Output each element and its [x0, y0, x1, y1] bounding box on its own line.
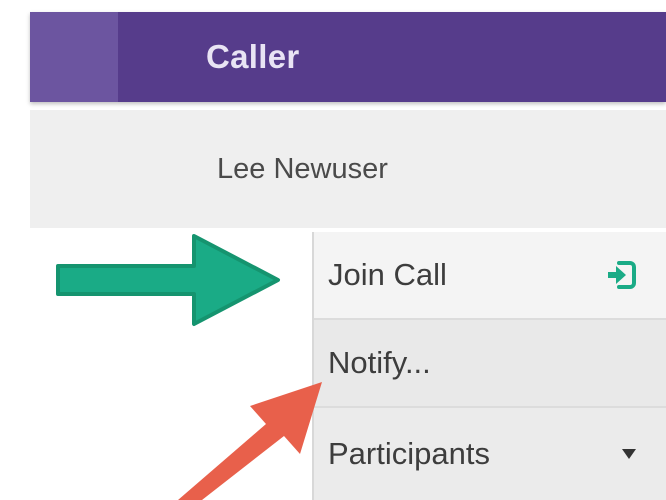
user-name: Lee Newuser [217, 153, 388, 185]
caller-menu: Join Call Notify... Participants [312, 232, 666, 500]
caret-down-icon [622, 449, 636, 459]
up-right-arrow-icon [178, 382, 322, 500]
join-call-menu-item[interactable]: Join Call [314, 232, 666, 320]
header-title: Caller [206, 38, 300, 75]
notify-label: Notify... [328, 345, 431, 380]
participants-label: Participants [328, 436, 490, 471]
header-tab[interactable] [30, 12, 118, 102]
user-row: Lee Newuser [30, 110, 666, 228]
caller-header: Caller [30, 12, 666, 102]
notify-menu-item[interactable]: Notify... [314, 320, 666, 408]
right-arrow-icon [56, 234, 280, 326]
join-call-icon [608, 261, 636, 289]
participants-menu-item[interactable]: Participants [314, 408, 666, 500]
join-call-label: Join Call [328, 257, 447, 292]
